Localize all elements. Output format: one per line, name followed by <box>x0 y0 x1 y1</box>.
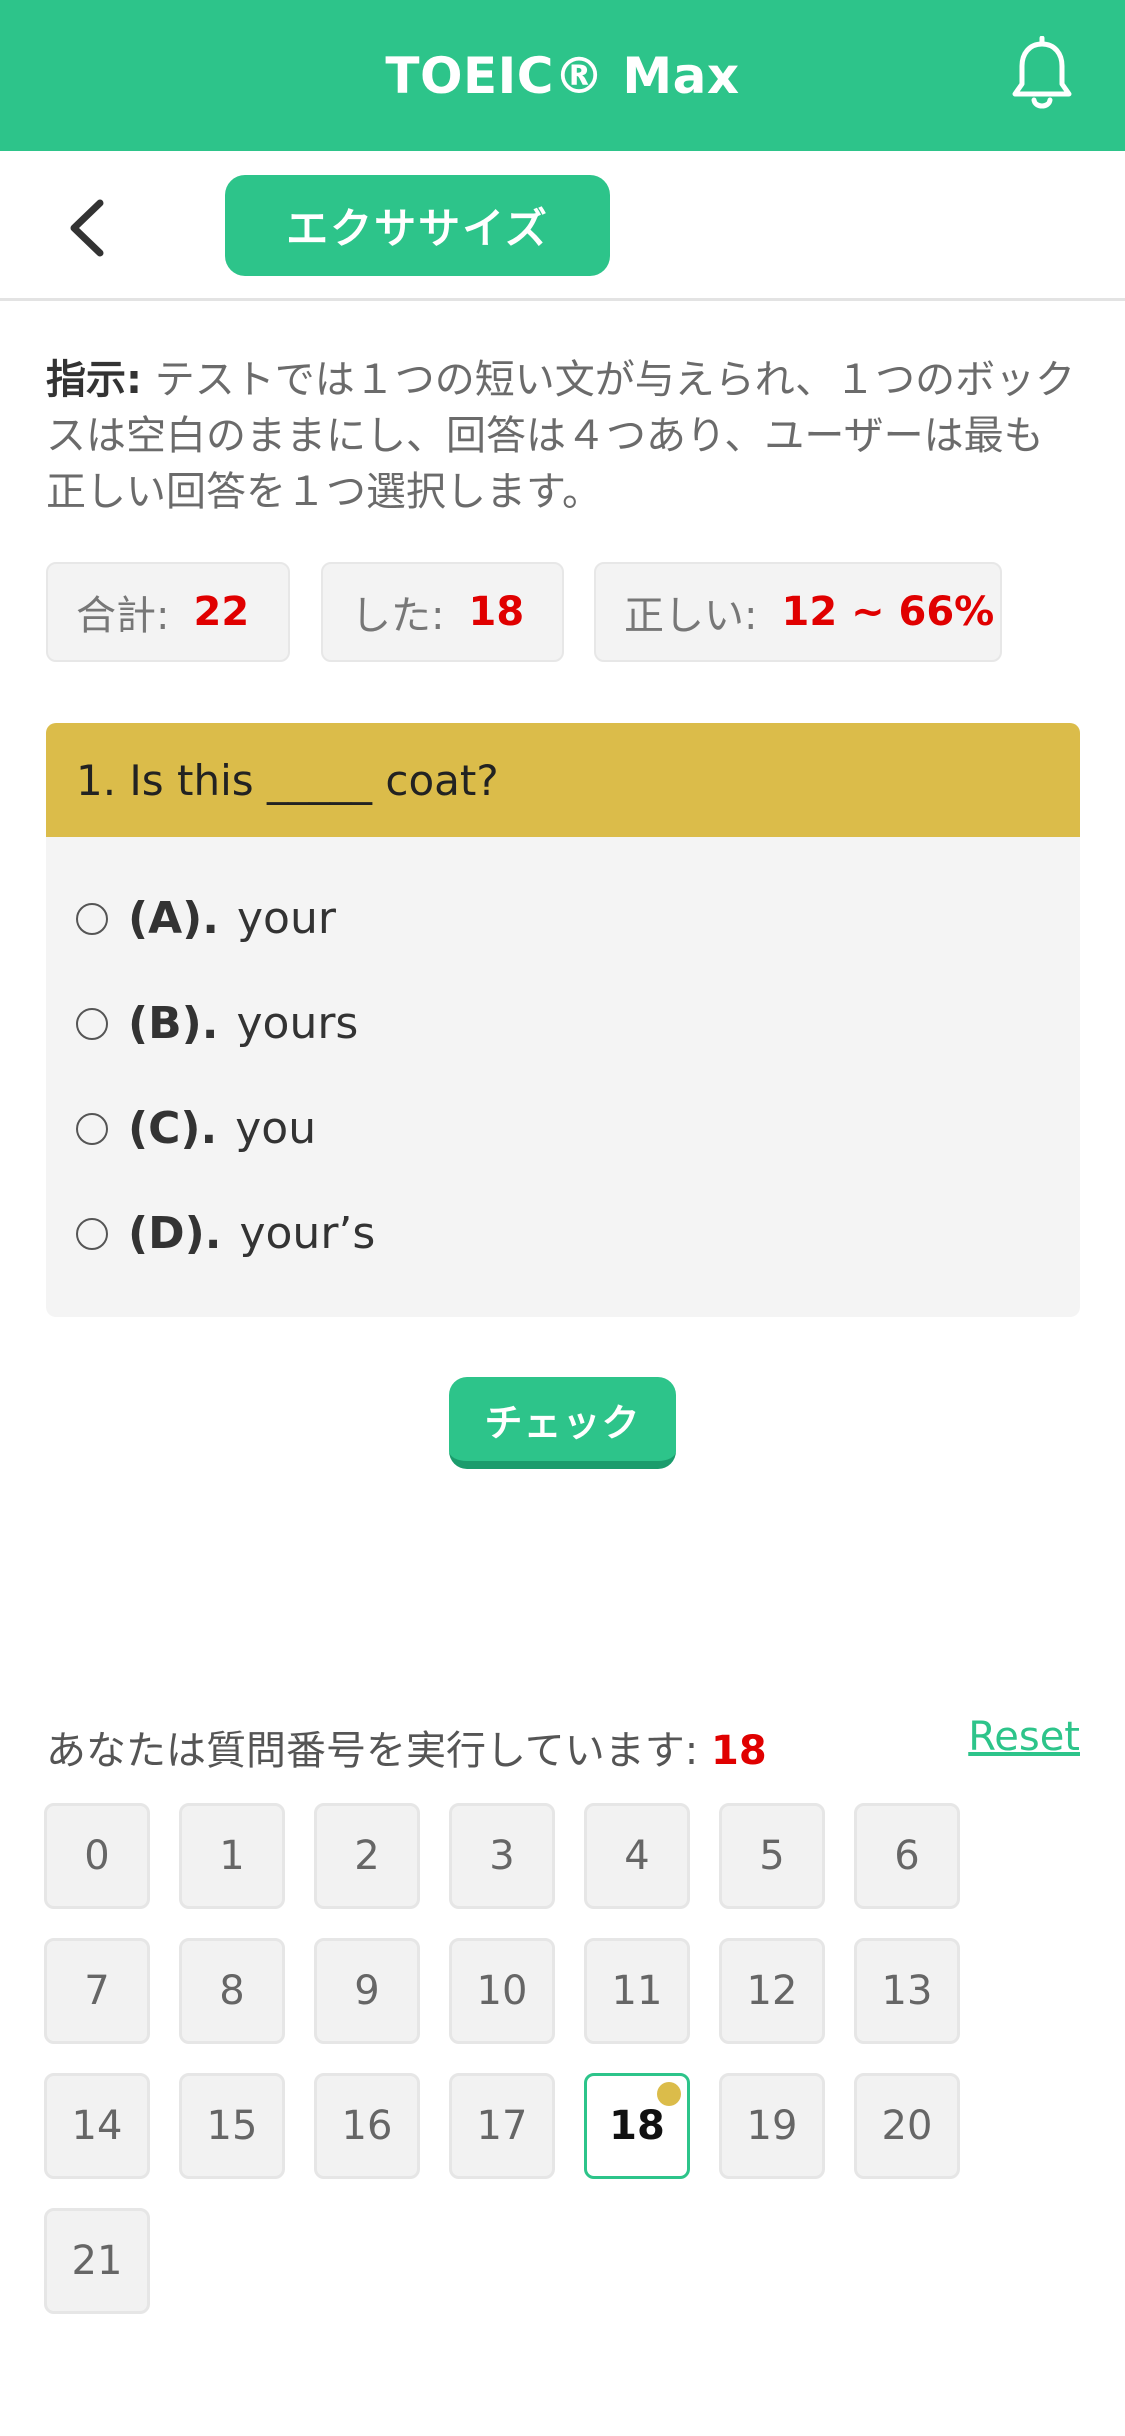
question-number-button[interactable]: 3 <box>449 1803 555 1909</box>
question-number-button[interactable]: 13 <box>854 1938 960 2044</box>
radio-button[interactable] <box>76 1217 108 1250</box>
stat-total: 合計: 22 <box>46 562 290 662</box>
stat-correct-label: 正しい: <box>624 593 758 639</box>
question-number-button[interactable]: 7 <box>44 1938 150 2044</box>
stat-correct-value: 12 ~ 66% <box>781 589 995 635</box>
question-number-label: 10 <box>476 1968 528 2014</box>
option-c[interactable]: (C). you <box>76 1103 316 1154</box>
question-number-label: 14 <box>71 2103 123 2149</box>
stat-total-value: 22 <box>193 589 250 635</box>
option-letter: (C). <box>128 1103 218 1154</box>
question-number-label: 7 <box>84 1968 110 2014</box>
question-number-label: 20 <box>881 2103 933 2149</box>
question-number-button[interactable]: 8 <box>179 1938 285 2044</box>
tab-exercise[interactable]: エクササイズ <box>225 175 610 276</box>
question-number-label: 3 <box>489 1833 515 1879</box>
subheader: エクササイズ <box>0 151 1125 301</box>
stat-done: した: 18 <box>321 562 564 662</box>
stat-correct: 正しい: 12 ~ 66% <box>594 562 1002 662</box>
radio-button[interactable] <box>76 902 108 935</box>
stat-total-label: 合計: <box>76 593 170 639</box>
option-letter: (D). <box>128 1208 222 1259</box>
instructions-text: テストでは１つの短い文が与えられ、１つのボックスは空白のままにし、回答は４つあり… <box>46 357 1076 515</box>
question-number-button[interactable]: 2 <box>314 1803 420 1909</box>
question-number-label: 21 <box>71 2238 123 2284</box>
app-title: TOEIC® Max <box>385 46 740 105</box>
question-number-button[interactable]: 14 <box>44 2073 150 2179</box>
question-number-button[interactable]: 1 <box>179 1803 285 1909</box>
question-number-button[interactable]: 19 <box>719 2073 825 2179</box>
instructions: 指示: テストでは１つの短い文が与えられ、１つのボックスは空白のままにし、回答は… <box>46 352 1076 520</box>
question-number-label: 4 <box>624 1833 650 1879</box>
option-letter: (A). <box>128 893 219 944</box>
question-number-button[interactable]: 5 <box>719 1803 825 1909</box>
stat-done-label: した: <box>351 593 445 639</box>
stat-done-value: 18 <box>468 589 525 635</box>
chevron-left-icon[interactable] <box>58 193 118 263</box>
question-number-label: 1 <box>219 1833 245 1879</box>
option-a[interactable]: (A). your <box>76 893 336 944</box>
option-letter: (B). <box>128 998 219 1049</box>
question-number-label: 11 <box>611 1968 663 2014</box>
question-number-label: 15 <box>206 2103 258 2149</box>
question-number-label: 6 <box>894 1833 920 1879</box>
option-text: you <box>235 1103 317 1154</box>
question-number-label: 19 <box>746 2103 798 2149</box>
question-number-label: 5 <box>759 1833 785 1879</box>
question-number-button[interactable]: 10 <box>449 1938 555 2044</box>
question-number-button[interactable]: 9 <box>314 1938 420 2044</box>
question-number-button[interactable]: 0 <box>44 1803 150 1909</box>
option-text: yours <box>236 998 359 1049</box>
question-number-button[interactable]: 15 <box>179 2073 285 2179</box>
question-number-label: 16 <box>341 2103 393 2149</box>
question-number-button[interactable]: 4 <box>584 1803 690 1909</box>
question-number-button[interactable]: 12 <box>719 1938 825 2044</box>
question-number-label: 8 <box>219 1968 245 2014</box>
question-number-label: 12 <box>746 1968 798 2014</box>
option-text: your <box>237 893 336 944</box>
radio-button[interactable] <box>76 1112 108 1145</box>
question-number-label: 13 <box>881 1968 933 2014</box>
question-number-label: 9 <box>354 1968 380 2014</box>
app-header: TOEIC® Max <box>0 0 1125 151</box>
option-d[interactable]: (D). your’s <box>76 1208 375 1259</box>
question-number-label: 0 <box>84 1833 110 1879</box>
question-number-button[interactable]: 21 <box>44 2208 150 2314</box>
question-number-button[interactable]: 16 <box>314 2073 420 2179</box>
progress-text: あなたは質問番号を実行しています: <box>46 1728 711 1774</box>
current-indicator-dot <box>657 2082 681 2106</box>
instructions-lead: 指示: <box>46 357 142 403</box>
radio-button[interactable] <box>76 1007 108 1040</box>
question-number-label: 2 <box>354 1833 380 1879</box>
question-number-button[interactable]: 17 <box>449 2073 555 2179</box>
question-number-label: 18 <box>609 2103 665 2149</box>
option-text: your’s <box>239 1208 376 1259</box>
progress-label: あなたは質問番号を実行しています: 18 <box>46 1718 767 1776</box>
check-button[interactable]: チェック <box>449 1377 676 1469</box>
question-number-button[interactable]: 11 <box>584 1938 690 2044</box>
reset-link[interactable]: Reset <box>968 1714 1080 1760</box>
question-number-button[interactable]: 20 <box>854 2073 960 2179</box>
question-title: 1. Is this _____ coat? <box>46 723 1080 837</box>
option-b[interactable]: (B). yours <box>76 998 358 1049</box>
question-number-button[interactable]: 6 <box>854 1803 960 1909</box>
question-card: 1. Is this _____ coat? (A). your (B). yo… <box>46 723 1080 1317</box>
question-number-label: 17 <box>476 2103 528 2149</box>
progress-current: 18 <box>711 1728 767 1774</box>
bell-icon[interactable] <box>1007 36 1077 116</box>
question-number-button[interactable]: 18 <box>584 2073 690 2179</box>
